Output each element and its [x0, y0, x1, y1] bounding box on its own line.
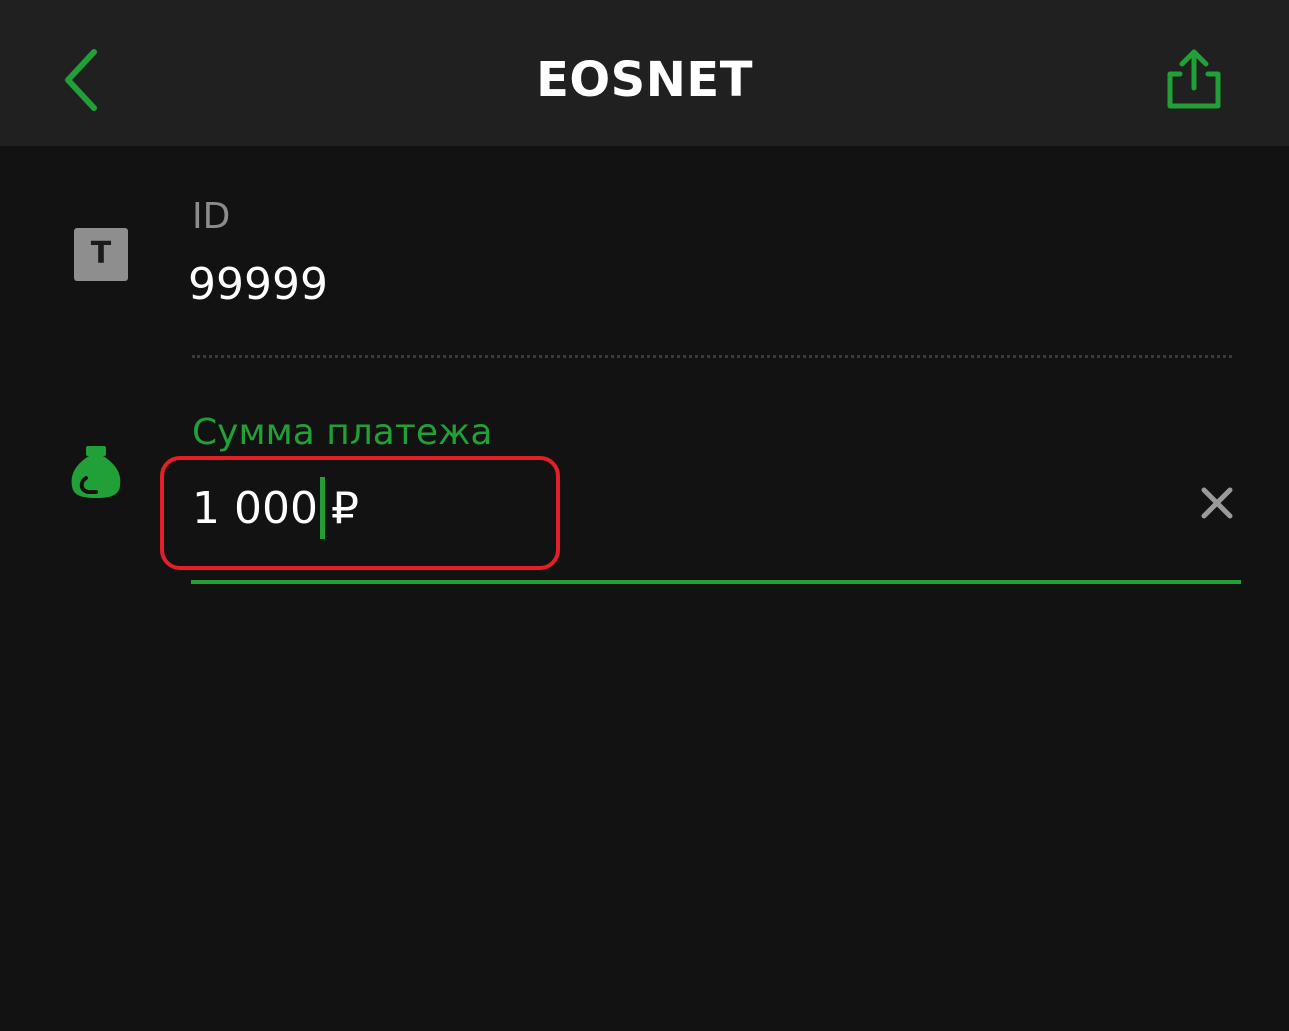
text-caret — [319, 477, 325, 539]
share-button[interactable] — [1158, 44, 1230, 116]
money-bag-icon — [71, 446, 121, 498]
id-field-value[interactable]: 99999 — [188, 258, 328, 312]
share-icon — [1167, 49, 1221, 109]
text-field-icon: T — [74, 228, 128, 281]
clear-amount-button[interactable] — [1196, 482, 1238, 524]
amount-input[interactable]: 1 000 ₽ — [190, 470, 1170, 550]
field-divider — [192, 355, 1232, 358]
text-field-icon-glyph: T — [90, 236, 112, 271]
id-field-label: ID — [192, 196, 231, 237]
page-title: EOSNET — [536, 52, 753, 108]
amount-field-label: Сумма платежа — [192, 412, 493, 453]
top-app-bar: EOSNET — [0, 0, 1289, 146]
currency-symbol: ₽ — [330, 483, 359, 534]
close-icon — [1201, 487, 1233, 519]
amount-input-underline — [191, 580, 1241, 584]
amount-input-value: 1 000 — [192, 483, 318, 534]
amount-input-value-wrap: 1 000 ₽ — [192, 477, 359, 542]
